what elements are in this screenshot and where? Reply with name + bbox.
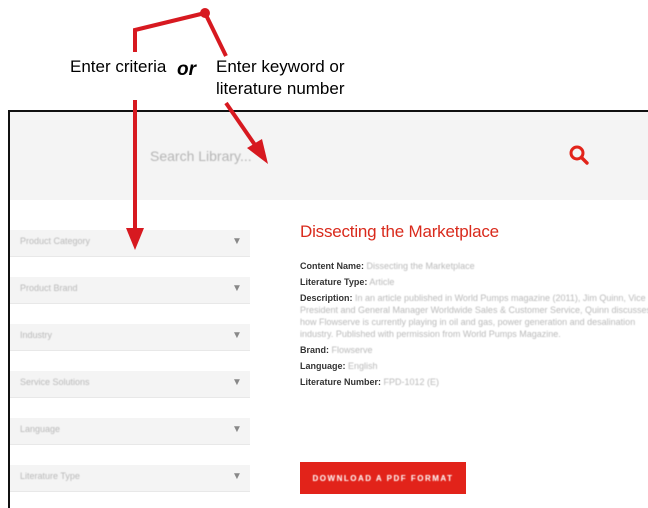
literature-type-row: Literature Type: Article [300, 276, 648, 288]
filter-language[interactable]: Language ▼ [10, 418, 250, 445]
filter-label: Language [20, 424, 61, 434]
annotation-node [200, 8, 210, 18]
annotation-enter-keyword: Enter keyword or [216, 57, 345, 76]
chevron-down-icon: ▼ [232, 236, 242, 247]
chevron-down-icon: ▼ [232, 471, 242, 482]
language-label: Language: [300, 361, 346, 371]
content-name-label: Content Name: [300, 261, 365, 271]
literature-number-row: Literature Number: FPD-1012 (E) [300, 376, 648, 388]
annotation-literature-number: literature number [216, 79, 345, 98]
library-screenshot: Product Category ▼ Product Brand ▼ Indus… [8, 110, 648, 508]
annotation-bracket [133, 10, 228, 57]
filter-label: Industry [20, 330, 53, 340]
language-value: English [348, 361, 378, 371]
content-name-value: Dissecting the Marketplace [366, 261, 475, 271]
filter-label: Product Brand [20, 283, 78, 293]
search-input[interactable] [148, 142, 572, 170]
description-value: In an article published in World Pumps m… [300, 293, 648, 339]
filter-service-solutions[interactable]: Service Solutions ▼ [10, 371, 250, 398]
search-button[interactable] [568, 144, 590, 166]
chevron-down-icon: ▼ [232, 283, 242, 294]
description-row: Description: In an article published in … [300, 292, 648, 340]
download-pdf-button[interactable]: DOWNLOAD A PDF FORMAT [300, 462, 466, 494]
brand-label: Brand: [300, 345, 329, 355]
filter-product-category[interactable]: Product Category ▼ [10, 230, 250, 257]
filter-industry[interactable]: Industry ▼ [10, 324, 250, 351]
filter-label: Literature Type [20, 471, 80, 481]
chevron-down-icon: ▼ [232, 330, 242, 341]
content-name-row: Content Name: Dissecting the Marketplace [300, 260, 648, 272]
search-bar [10, 112, 648, 200]
filter-label: Product Category [20, 236, 91, 246]
annotation-enter-criteria: Enter criteria [70, 57, 167, 76]
chevron-down-icon: ▼ [232, 424, 242, 435]
annotation-or: or [177, 59, 196, 80]
filter-product-brand[interactable]: Product Brand ▼ [10, 277, 250, 304]
result-title[interactable]: Dissecting the Marketplace [300, 222, 648, 242]
brand-value: Flowserve [331, 345, 373, 355]
literature-number-label: Literature Number: [300, 377, 382, 387]
literature-type-value: Article [369, 277, 395, 287]
search-result: Dissecting the Marketplace Content Name:… [300, 222, 648, 494]
literature-type-label: Literature Type: [300, 277, 368, 287]
filter-literature-type[interactable]: Literature Type ▼ [10, 465, 250, 492]
search-icon [569, 145, 589, 165]
filter-list: Product Category ▼ Product Brand ▼ Indus… [10, 230, 250, 508]
chevron-down-icon: ▼ [232, 377, 242, 388]
filter-label: Service Solutions [20, 377, 90, 387]
download-button-label: DOWNLOAD A PDF FORMAT [312, 473, 454, 483]
brand-row: Brand: Flowserve [300, 344, 648, 356]
language-row: Language: English [300, 360, 648, 372]
literature-number-value: FPD-1012 (E) [383, 377, 440, 387]
description-label: Description: [300, 293, 353, 303]
